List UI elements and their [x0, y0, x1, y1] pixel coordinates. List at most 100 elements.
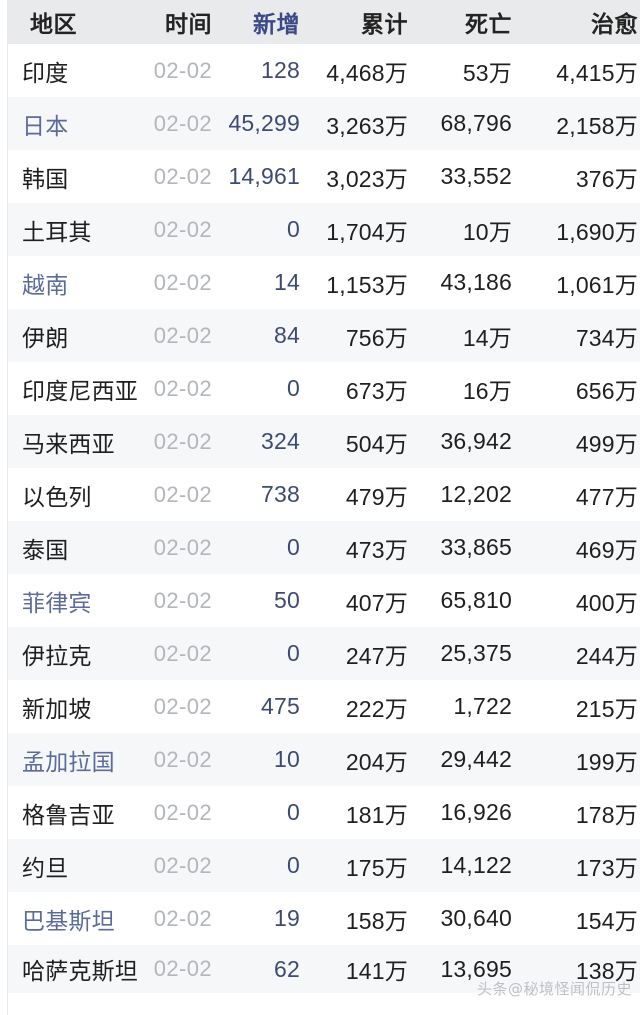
cell-new-cases: 0 [216, 521, 304, 574]
cell-deaths: 53万 [412, 44, 516, 97]
table-row[interactable]: 韩国 02-02 14,961 3,023万 33,552 376万 [8, 150, 640, 203]
cell-date: 02-02 [144, 680, 216, 733]
cell-new-cases: 10 [216, 733, 304, 786]
cell-region: 孟加拉国 [8, 733, 144, 786]
column-header-cured[interactable]: 治愈 [516, 0, 640, 44]
cell-date: 02-02 [144, 256, 216, 309]
cell-new-cases: 50 [216, 574, 304, 627]
cell-region: 新加坡 [8, 680, 144, 733]
cell-cured: 656万 [516, 362, 640, 415]
table-row[interactable]: 伊拉克 02-02 0 247万 25,375 244万 [8, 627, 640, 680]
cell-region: 伊拉克 [8, 627, 144, 680]
table-row[interactable]: 越南 02-02 14 1,153万 43,186 1,061万 [8, 256, 640, 309]
table-row[interactable]: 泰国 02-02 0 473万 33,865 469万 [8, 521, 640, 574]
cell-new-cases: 14 [216, 256, 304, 309]
column-header-region[interactable]: 地区 [8, 0, 144, 44]
cell-deaths: 14,122 [412, 839, 516, 892]
cell-deaths: 43,186 [412, 256, 516, 309]
cell-region: 巴基斯坦 [8, 892, 144, 945]
cell-total: 479万 [304, 468, 412, 521]
table-row[interactable]: 印度 02-02 128 4,468万 53万 4,415万 [8, 44, 640, 97]
cell-date: 02-02 [144, 97, 216, 150]
table-row[interactable]: 格鲁吉亚 02-02 0 181万 16,926 178万 [8, 786, 640, 839]
cell-region: 约旦 [8, 839, 144, 892]
asia-covid-statistics-table: 地区 时间 新增 累计 死亡 治愈 印度 02-02 128 4,468万 53万 4,4… [8, 0, 640, 993]
cell-date: 02-02 [144, 945, 216, 993]
cell-total: 4,468万 [304, 44, 412, 97]
table-row[interactable]: 印度尼西亚 02-02 0 673万 16万 656万 [8, 362, 640, 415]
cell-total: 204万 [304, 733, 412, 786]
cell-cured: 469万 [516, 521, 640, 574]
cell-region: 格鲁吉亚 [8, 786, 144, 839]
cell-cured: 499万 [516, 415, 640, 468]
cell-cured: 215万 [516, 680, 640, 733]
table-row[interactable]: 日本 02-02 45,299 3,263万 68,796 2,158万 [8, 97, 640, 150]
cell-deaths: 16,926 [412, 786, 516, 839]
cell-region: 日本 [8, 97, 144, 150]
cell-deaths: 16万 [412, 362, 516, 415]
table-body: 印度 02-02 128 4,468万 53万 4,415万 日本 02-02 45,299 3,… [8, 44, 640, 993]
table-row[interactable]: 新加坡 02-02 475 222万 1,722 215万 [8, 680, 640, 733]
cell-total: 1,153万 [304, 256, 412, 309]
cell-date: 02-02 [144, 362, 216, 415]
table-row[interactable]: 伊朗 02-02 84 756万 14万 734万 [8, 309, 640, 362]
cell-date: 02-02 [144, 786, 216, 839]
table-row[interactable]: 巴基斯坦 02-02 19 158万 30,640 154万 [8, 892, 640, 945]
table-row[interactable]: 以色列 02-02 738 479万 12,202 477万 [8, 468, 640, 521]
cell-new-cases: 14,961 [216, 150, 304, 203]
cell-cured: 400万 [516, 574, 640, 627]
table-row[interactable]: 土耳其 02-02 0 1,704万 10万 1,690万 [8, 203, 640, 256]
cell-region: 印度尼西亚 [8, 362, 144, 415]
cell-deaths: 10万 [412, 203, 516, 256]
cell-cured: 178万 [516, 786, 640, 839]
cell-new-cases: 738 [216, 468, 304, 521]
cell-new-cases: 84 [216, 309, 304, 362]
column-header-deaths[interactable]: 死亡 [412, 0, 516, 44]
cell-date: 02-02 [144, 468, 216, 521]
cell-date: 02-02 [144, 521, 216, 574]
cell-region: 菲律宾 [8, 574, 144, 627]
table-row[interactable]: 哈萨克斯坦 02-02 62 141万 13,695 138万 [8, 945, 640, 993]
table-row[interactable]: 约旦 02-02 0 175万 14,122 173万 [8, 839, 640, 892]
cell-total: 673万 [304, 362, 412, 415]
cell-total: 504万 [304, 415, 412, 468]
cell-new-cases: 0 [216, 786, 304, 839]
table-row[interactable]: 马来西亚 02-02 324 504万 36,942 499万 [8, 415, 640, 468]
cell-deaths: 29,442 [412, 733, 516, 786]
table-row[interactable]: 孟加拉国 02-02 10 204万 29,442 199万 [8, 733, 640, 786]
cell-total: 473万 [304, 521, 412, 574]
cell-deaths: 33,552 [412, 150, 516, 203]
covid-table-screen: 地区 时间 新增 累计 死亡 治愈 印度 02-02 128 4,468万 53万 4,4… [0, 0, 640, 1015]
cell-date: 02-02 [144, 627, 216, 680]
cell-region: 哈萨克斯坦 [8, 945, 144, 993]
column-header-date[interactable]: 时间 [144, 0, 216, 44]
cell-region: 韩国 [8, 150, 144, 203]
cell-region: 马来西亚 [8, 415, 144, 468]
cell-date: 02-02 [144, 574, 216, 627]
table-row[interactable]: 菲律宾 02-02 50 407万 65,810 400万 [8, 574, 640, 627]
column-header-new-cases[interactable]: 新增 [216, 0, 304, 44]
cell-deaths: 36,942 [412, 415, 516, 468]
cell-total: 141万 [304, 945, 412, 993]
cell-new-cases: 475 [216, 680, 304, 733]
cell-date: 02-02 [144, 309, 216, 362]
cell-date: 02-02 [144, 150, 216, 203]
cell-region: 土耳其 [8, 203, 144, 256]
cell-new-cases: 0 [216, 362, 304, 415]
cell-new-cases: 19 [216, 892, 304, 945]
cell-cured: 199万 [516, 733, 640, 786]
cell-deaths: 25,375 [412, 627, 516, 680]
cell-deaths: 13,695 [412, 945, 516, 993]
cell-total: 158万 [304, 892, 412, 945]
cell-region: 越南 [8, 256, 144, 309]
cell-cured: 138万 [516, 945, 640, 993]
cell-total: 1,704万 [304, 203, 412, 256]
cell-cured: 376万 [516, 150, 640, 203]
cell-new-cases: 0 [216, 839, 304, 892]
column-header-total[interactable]: 累计 [304, 0, 412, 44]
cell-date: 02-02 [144, 733, 216, 786]
cell-date: 02-02 [144, 44, 216, 97]
cell-total: 3,263万 [304, 97, 412, 150]
cell-total: 756万 [304, 309, 412, 362]
cell-total: 222万 [304, 680, 412, 733]
